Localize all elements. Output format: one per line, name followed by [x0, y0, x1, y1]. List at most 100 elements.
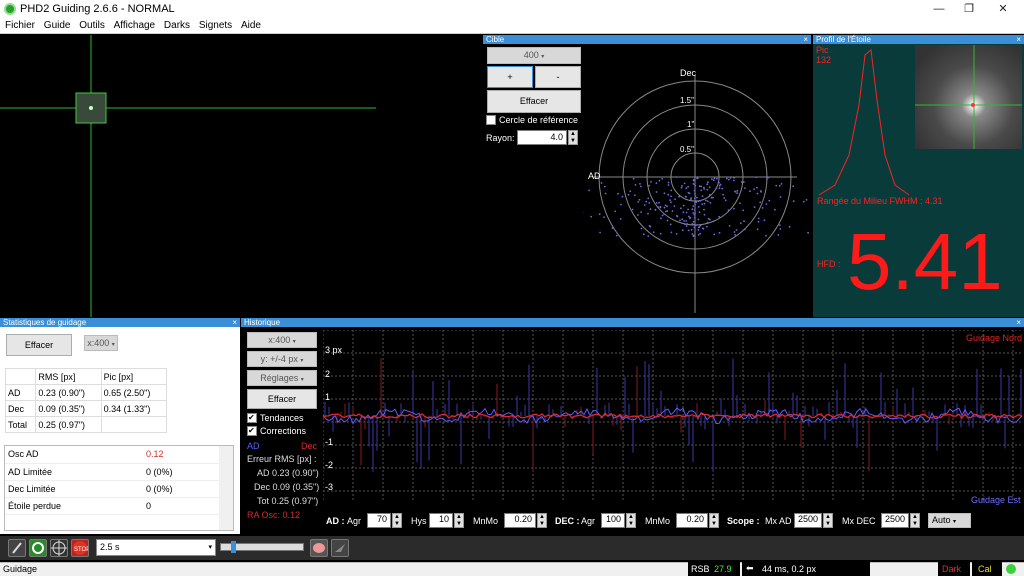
scatter-point — [640, 227, 643, 230]
menu-signets[interactable]: Signets — [199, 18, 232, 34]
scatter-point — [788, 225, 791, 228]
scatter-point — [729, 177, 732, 179]
scatter-point — [706, 200, 709, 203]
ad-mnmo-spinner[interactable]: ▲ ▼ — [537, 513, 547, 528]
dec-agr-spinner[interactable]: ▲ ▼ — [626, 513, 636, 528]
target-scale-select[interactable]: 400 ▾ — [487, 47, 581, 64]
scatter-point — [663, 192, 666, 195]
hfd-value: 5.41 — [847, 217, 1003, 306]
history-yscale-select[interactable]: y: +/-4 px ▾ — [247, 351, 317, 367]
scatter-point — [706, 221, 709, 224]
menu-darks[interactable]: Darks — [164, 18, 190, 34]
close-button[interactable]: ✕ — [988, 0, 1018, 18]
stats-close-icon[interactable]: × — [232, 318, 237, 327]
trends-checkbox[interactable]: ✔ — [247, 413, 257, 423]
auto-select-star-icon[interactable] — [50, 539, 68, 557]
scatter-point — [679, 219, 681, 222]
scatter-point — [598, 213, 601, 216]
ad-hys-spinner[interactable]: ▲ ▼ — [454, 513, 464, 528]
target-zoom-out-button[interactable]: - — [535, 66, 581, 88]
stop-icon[interactable]: STOP — [71, 539, 90, 557]
scatter-point — [645, 200, 648, 203]
loop-exposures-icon[interactable] — [29, 539, 47, 557]
scatter-point — [765, 234, 767, 237]
reference-circle-label: Cercle de référence — [499, 115, 579, 125]
stats-scrollbar[interactable] — [219, 446, 233, 530]
ad-label: AD : — [326, 516, 345, 526]
history-clear-button[interactable]: Effacer — [247, 389, 317, 409]
scatter-point — [654, 208, 657, 211]
scatter-point — [638, 198, 641, 201]
dec-mnmo-input[interactable]: 0.20 — [676, 513, 708, 528]
scatter-point — [701, 195, 704, 198]
scatter-point — [667, 181, 670, 184]
scatter-point — [655, 182, 658, 184]
stats-list[interactable]: Osc AD 0.12 AD Limitée 0 (0%) Dec Limitée 0… — [4, 445, 234, 531]
scatter-point — [707, 181, 709, 184]
scatter-point — [693, 197, 696, 200]
brain-icon[interactable] — [310, 539, 328, 557]
menu-guide[interactable]: Guide — [44, 18, 71, 34]
scatter-point — [666, 205, 668, 208]
camera-view[interactable] — [0, 35, 482, 317]
hys-label: Hys — [411, 516, 427, 526]
scatter-point — [727, 178, 730, 181]
ad-agr-spinner[interactable]: ▲ ▼ — [392, 513, 402, 528]
dec-agr-input[interactable]: 100 — [601, 513, 625, 528]
ad-mnmo-input[interactable]: 0.20 — [504, 513, 536, 528]
corrections-checkbox[interactable]: ✔ — [247, 426, 257, 436]
profile-close-icon[interactable]: × — [1016, 35, 1021, 44]
dec-label: DEC : — [555, 516, 580, 526]
auto-select[interactable]: Auto ▾ — [928, 513, 971, 528]
scatter-point — [698, 226, 701, 228]
radius-label: Rayon: — [486, 133, 515, 143]
target-clear-button[interactable]: Effacer — [487, 90, 581, 113]
history-settings-select[interactable]: Réglages ▾ — [247, 370, 317, 386]
scatter-point — [670, 201, 672, 204]
scatter-point — [667, 193, 670, 196]
target-zoom-in-button[interactable]: + — [487, 66, 533, 88]
ra-osc: RA Osc: 0.12 — [247, 510, 301, 520]
scatter-point — [648, 225, 651, 227]
radius-input[interactable]: 4.0 — [517, 130, 567, 145]
mxad-spinner[interactable]: ▲ ▼ — [823, 513, 833, 528]
scatter-point — [681, 218, 684, 221]
scatter-point — [661, 214, 664, 217]
gamma-slider[interactable] — [220, 541, 304, 553]
radius-spinner[interactable]: ▲ ▼ — [568, 130, 578, 145]
target-close-icon[interactable]: × — [803, 35, 808, 44]
exposure-select[interactable]: 2.5 s ▾ — [96, 539, 216, 556]
scatter-point — [710, 196, 713, 199]
mxdec-input[interactable]: 2500 — [881, 513, 909, 528]
scatter-point — [689, 216, 692, 219]
stats-scale-select[interactable]: x:400 ▾ — [84, 335, 118, 351]
guide-icon[interactable] — [331, 539, 349, 557]
scatter-point — [685, 220, 688, 222]
scatter-point — [740, 181, 743, 183]
minimize-button[interactable]: — — [924, 0, 954, 18]
ylabel-m1: -1 — [325, 437, 334, 447]
stats-clear-button[interactable]: Effacer — [6, 334, 72, 356]
menu-fichier[interactable]: Fichier — [5, 18, 35, 34]
loop-icon[interactable] — [8, 539, 26, 557]
menu-aide[interactable]: Aide — [241, 18, 261, 34]
scatter-point — [600, 182, 603, 184]
scatter-point — [658, 179, 661, 182]
scatter-point — [683, 182, 686, 185]
scatter-point — [703, 202, 706, 205]
reference-circle-checkbox[interactable] — [486, 115, 496, 125]
scatter-point — [686, 223, 689, 225]
dec-mnmo-spinner[interactable]: ▲ ▼ — [709, 513, 719, 528]
maximize-button[interactable]: ❐ — [954, 0, 984, 18]
ad-agr-input[interactable]: 70 — [367, 513, 391, 528]
menu-affichage[interactable]: Affichage — [114, 18, 156, 34]
history-xscale-select[interactable]: x:400 ▾ — [247, 332, 317, 348]
stats-title: Statistiques de guidage × — [0, 318, 240, 327]
mxdec-spinner[interactable]: ▲ ▼ — [910, 513, 920, 528]
mxad-input[interactable]: 2500 — [794, 513, 822, 528]
scatter-point — [640, 211, 642, 214]
scatter-point — [666, 219, 669, 222]
ad-hys-input[interactable]: 10 — [429, 513, 453, 528]
history-close-icon[interactable]: × — [1016, 318, 1021, 327]
menu-outils[interactable]: Outils — [79, 18, 105, 34]
